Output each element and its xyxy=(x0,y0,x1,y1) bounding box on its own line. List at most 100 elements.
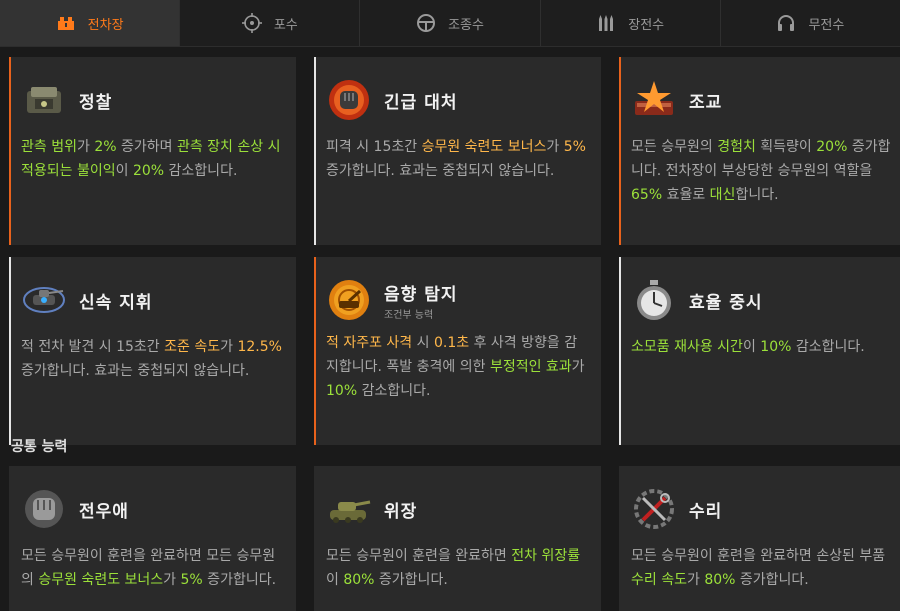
tab-driver[interactable]: 조종수 xyxy=(360,0,541,46)
skill-card-emergency[interactable]: 긴급 대처 피격 시 15초간 승무원 숙련도 보너스가 5% 증가합니다. 효… xyxy=(314,57,601,245)
highlight-text: 10% xyxy=(760,339,792,355)
description-text: 적 전차 발견 시 15초간 xyxy=(21,339,165,355)
brotherhood-fist-icon xyxy=(25,490,63,528)
skill-description: 모든 승무원이 훈련을 완료하면 전차 위장률이 80% 증가합니다. xyxy=(326,544,587,592)
skill-card-sound-detection[interactable]: 음향 탐지 조건부 능력 적 자주포 사격 시 0.1초 후 사격 방향을 감지… xyxy=(314,257,601,445)
tab-gunner[interactable]: 포수 xyxy=(180,0,361,46)
headset-icon xyxy=(778,15,795,31)
highlight-text: 경험치 xyxy=(717,139,756,155)
tab-label: 전차장 xyxy=(87,17,124,33)
description-text: 이 xyxy=(115,163,133,179)
description-text: 시 xyxy=(412,335,434,351)
highlight-text: 승무원 숙련도 보너스 xyxy=(421,139,547,155)
highlight-text: 10% xyxy=(326,383,358,399)
skill-description: 적 전차 발견 시 15초간 조준 속도가 12.5% 증가합니다. 효과는 중… xyxy=(21,335,282,383)
skill-title: 신속 지휘 xyxy=(79,292,153,313)
recon-icon xyxy=(27,87,61,113)
skill-title: 음향 탐지 xyxy=(384,284,458,305)
tab-label: 무전수 xyxy=(808,17,845,33)
skill-title: 위장 xyxy=(384,501,418,522)
skill-description: 모든 승무원의 경험치 획득량이 20% 증가합니다. 전차장이 부상당한 승무… xyxy=(631,135,892,207)
description-text: 증가합니다. 효과는 중첩되지 않습니다. xyxy=(21,363,250,379)
description-text: 가 xyxy=(220,339,238,355)
crew-role-tabs: 전차장 포수 조종수 장전수 무전수 xyxy=(0,0,900,47)
skill-title: 조교 xyxy=(689,92,723,113)
highlight-text: 20% xyxy=(816,139,848,155)
tab-label: 장전수 xyxy=(628,17,665,33)
description-text: 합니다. xyxy=(735,187,779,203)
mentor-star-icon xyxy=(635,81,673,115)
skill-description: 적 자주포 사격 시 0.1초 후 사격 방향을 감지합니다. 폭발 충격에 의… xyxy=(326,331,587,403)
highlight-text: 5% xyxy=(563,139,586,155)
section-title: 공통 능력 xyxy=(11,439,68,455)
steering-wheel-icon xyxy=(417,14,436,32)
description-text: 모든 승무원의 xyxy=(631,139,718,155)
description-text: 증가하며 xyxy=(116,139,177,155)
highlight-text: 소모품 재사용 시간 xyxy=(631,339,743,355)
emergency-fist-icon xyxy=(329,80,369,120)
highlight-text: 12.5% xyxy=(237,339,282,355)
tab-label: 포수 xyxy=(273,17,298,33)
highlight-text: 적 자주포 사격 xyxy=(326,335,413,351)
highlight-text: 65% xyxy=(631,187,663,203)
description-text: 이 xyxy=(326,572,344,588)
sound-radar-icon xyxy=(329,280,369,320)
description-text: 효율로 xyxy=(662,187,710,203)
description-text: 모든 승무원이 훈련을 완료하면 손상된 부품 xyxy=(631,548,886,564)
skill-description: 모든 승무원이 훈련을 완료하면 손상된 부품 수리 속도가 80% 증가합니다… xyxy=(631,544,892,592)
skill-title: 효율 중시 xyxy=(689,292,763,313)
description-text: 증가합니다. xyxy=(374,572,448,588)
skill-title: 수리 xyxy=(689,501,723,522)
description-text: 획득량이 xyxy=(755,139,817,155)
stopwatch-icon xyxy=(637,280,671,320)
skill-description: 관측 범위가 2% 증가하며 관측 장치 손상 시 적용되는 불이익이 20% … xyxy=(21,135,282,183)
skill-description: 피격 시 15초간 승무원 숙련도 보너스가 5% 증가합니다. 효과는 중첩되… xyxy=(326,135,587,183)
highlight-text: 80% xyxy=(343,572,375,588)
tab-commander[interactable]: 전차장 xyxy=(0,0,181,46)
skill-title: 정찰 xyxy=(79,92,113,113)
commander-icon xyxy=(57,17,74,30)
description-text: 이 xyxy=(742,339,761,355)
description-text: 증가합니다. 효과는 중첩되지 않습니다. xyxy=(326,163,555,179)
skill-title: 긴급 대처 xyxy=(384,92,458,113)
shells-icon xyxy=(599,15,614,31)
highlight-text: 5% xyxy=(180,572,203,588)
description-text: 가 xyxy=(163,572,181,588)
description-text: 증가합니다. xyxy=(202,572,277,588)
description-text: 가 xyxy=(686,572,705,588)
camo-tank-icon xyxy=(330,500,371,523)
highlight-text: 0.1초 xyxy=(433,335,470,351)
skill-subtitle: 조건부 능력 xyxy=(384,309,434,321)
tab-radio-operator[interactable]: 무전수 xyxy=(721,0,900,46)
skill-title: 전우애 xyxy=(79,501,129,522)
highlight-text: 전차 위장률 xyxy=(511,548,581,564)
description-text: 증가합니다. xyxy=(735,572,809,588)
skill-card-mentor[interactable]: 조교 모든 승무원의 경험치 획득량이 20% 증가합니다. 전차장이 부상당한… xyxy=(619,57,900,245)
skill-card-camouflage[interactable]: 위장 모든 승무원이 훈련을 완료하면 전차 위장률이 80% 증가합니다. xyxy=(314,466,601,611)
description-text: 가 xyxy=(546,139,564,155)
description-text: 감소합니다. xyxy=(791,339,865,355)
highlight-text: 80% xyxy=(704,572,736,588)
description-text: 피격 시 15초간 xyxy=(326,139,422,155)
tank-radar-icon xyxy=(23,287,65,313)
skill-description: 모든 승무원이 훈련을 완료하면 모든 승무원의 승무원 숙련도 보너스가 5%… xyxy=(21,544,282,592)
highlight-text: 관측 범위 xyxy=(21,139,77,155)
skill-card-quick-command[interactable]: 신속 지휘 적 전차 발견 시 15초간 조준 속도가 12.5% 증가합니다.… xyxy=(9,257,296,445)
repair-tools-icon xyxy=(634,489,674,529)
description-text: 모든 승무원이 훈련을 완료하면 xyxy=(326,548,512,564)
highlight-text: 부정적인 효과 xyxy=(489,359,572,375)
skill-card-recon[interactable]: 정찰 관측 범위가 2% 증가하며 관측 장치 손상 시 적용되는 불이익이 2… xyxy=(9,57,296,245)
description-text: 가 xyxy=(571,359,585,375)
highlight-text: 대신 xyxy=(709,187,736,203)
description-text: 감소합니다. xyxy=(164,163,238,179)
skill-card-repair[interactable]: 수리 모든 승무원이 훈련을 완료하면 손상된 부품 수리 속도가 80% 증가… xyxy=(619,466,900,611)
highlight-text: 조준 속도 xyxy=(164,339,221,355)
description-text: 감소합니다. xyxy=(357,383,431,399)
description-text: 가 xyxy=(76,139,95,155)
highlight-text: 2% xyxy=(94,139,117,155)
skill-card-efficiency[interactable]: 효율 중시 소모품 재사용 시간이 10% 감소합니다. xyxy=(619,257,900,445)
skill-card-brotherhood[interactable]: 전우애 모든 승무원이 훈련을 완료하면 모든 승무원의 승무원 숙련도 보너스… xyxy=(9,466,296,611)
highlight-text: 수리 속도 xyxy=(631,572,687,588)
tab-loader[interactable]: 장전수 xyxy=(541,0,721,46)
crosshair-icon xyxy=(241,13,262,33)
